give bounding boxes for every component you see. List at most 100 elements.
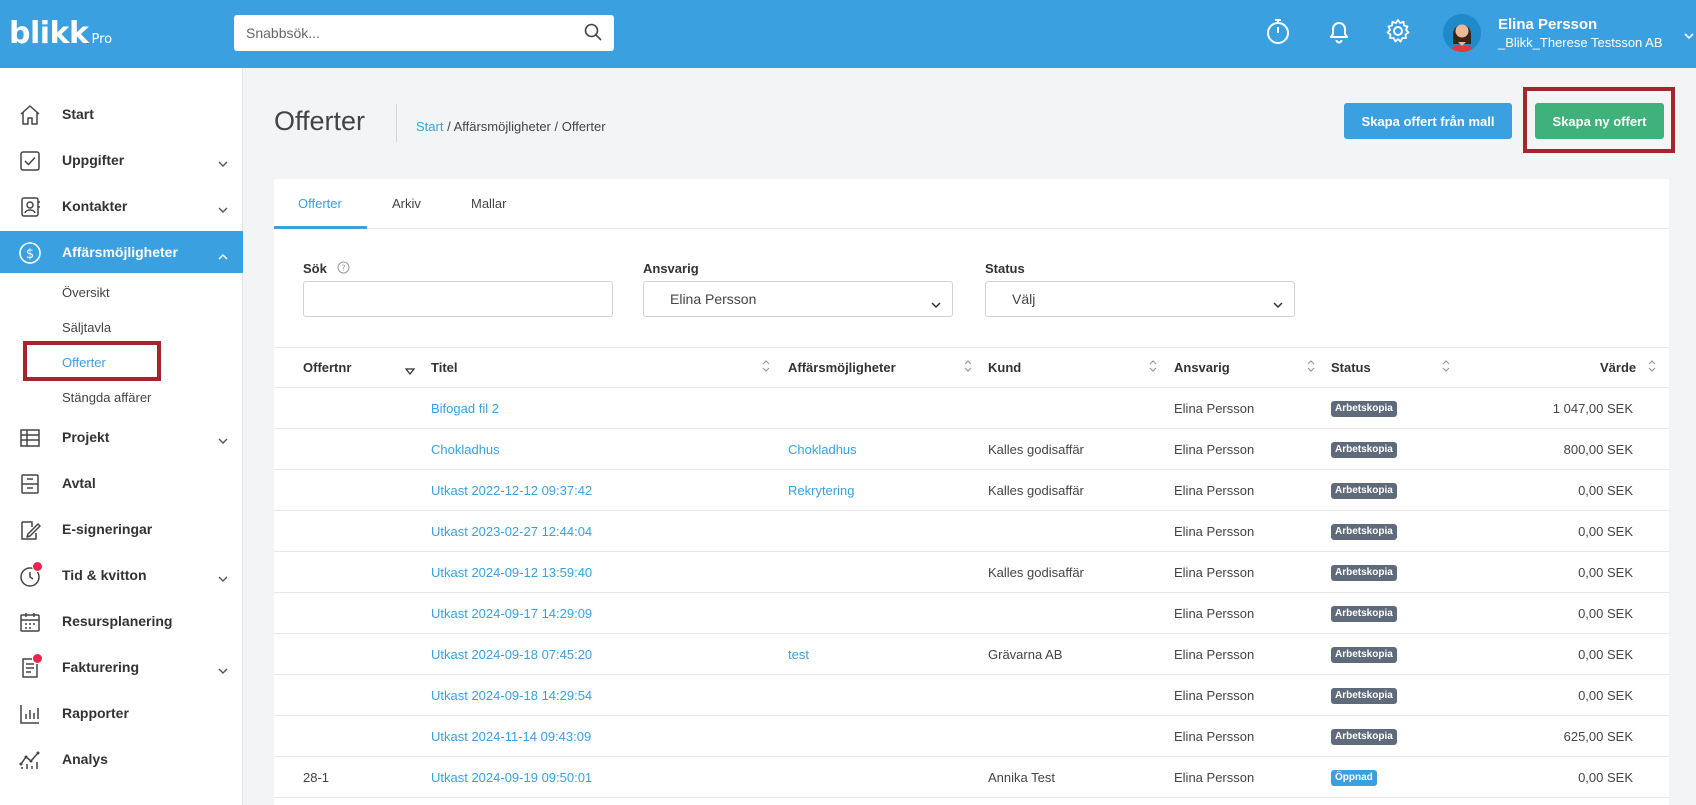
sidebar-item-kontakter[interactable]: Kontakter (0, 185, 243, 227)
sidebar-item-uppgifter[interactable]: Uppgifter (0, 139, 243, 181)
sidebar-item-tid-kvitton[interactable]: Tid & kvitton (0, 554, 243, 596)
brand-suffix: Pro (91, 32, 113, 47)
sidebar-item-start[interactable]: Start (0, 93, 243, 135)
column-header-varde[interactable]: Värde (1600, 360, 1636, 375)
column-header-status[interactable]: Status (1331, 360, 1371, 375)
cell-title-link[interactable]: Bifogad fil 2 (431, 401, 499, 416)
quick-search-input[interactable] (246, 25, 584, 41)
cell-title-link[interactable]: Chokladhus (431, 442, 500, 457)
chevron-down-icon[interactable] (218, 155, 228, 171)
checkbox-icon (18, 149, 42, 173)
sidebar-item-affarsmojligheter[interactable]: $ Affärsmöjligheter (0, 231, 243, 273)
bell-icon[interactable] (1324, 16, 1354, 46)
sort-icon[interactable] (1148, 359, 1158, 376)
cell-opportunity-link[interactable]: Chokladhus (788, 442, 857, 457)
cell-title-link[interactable]: Utkast 2024-09-18 07:45:20 (431, 647, 592, 662)
tab-arkiv[interactable]: Arkiv (392, 196, 421, 211)
sidebar-subitem-stangda-affarer[interactable]: Stängda affärer (62, 390, 151, 405)
cell-value: 0,00 SEK (1578, 688, 1633, 703)
help-icon[interactable]: ? (337, 261, 350, 277)
cell-title-link[interactable]: Utkast 2024-09-17 14:29:09 (431, 606, 592, 621)
cell-customer: Grävarna AB (988, 647, 1063, 662)
cell-opportunity-link[interactable]: test (788, 647, 809, 662)
breadcrumb-link-start[interactable]: Start (416, 119, 443, 134)
table-row[interactable]: Utkast 2024-11-14 09:43:09 Elina Persson… (274, 716, 1669, 757)
cell-responsible: Elina Persson (1174, 524, 1255, 539)
create-from-template-button[interactable]: Skapa offert från mall (1344, 103, 1512, 139)
status-select[interactable]: Välj (985, 281, 1295, 317)
responsible-select-value: Elina Persson (670, 291, 757, 307)
cell-title-link[interactable]: Utkast 2024-11-14 09:43:09 (431, 729, 591, 744)
cell-title-link[interactable]: Utkast 2023-02-27 12:44:04 (431, 524, 592, 539)
sort-icon[interactable] (1441, 359, 1451, 376)
cell-responsible: Elina Persson (1174, 401, 1255, 416)
table-row[interactable]: 28-1 Utkast 2024-09-19 09:50:01 Annika T… (274, 757, 1669, 798)
table-row[interactable]: Utkast 2024-09-17 14:29:09 Elina Persson… (274, 593, 1669, 634)
chevron-down-icon[interactable] (1684, 27, 1694, 43)
tab-active-indicator (274, 226, 367, 229)
column-header-offertnr[interactable]: Offertnr (303, 360, 351, 375)
chevron-down-icon[interactable] (218, 432, 228, 448)
tab-mallar[interactable]: Mallar (471, 196, 506, 211)
sort-icon[interactable] (761, 359, 771, 376)
tab-offerter[interactable]: Offerter (298, 196, 342, 211)
cell-title-link[interactable]: Utkast 2024-09-19 09:50:01 (431, 770, 592, 785)
quick-search[interactable] (234, 15, 614, 51)
notification-dot (32, 561, 43, 572)
table-row[interactable]: Utkast 2024-09-18 14:29:54 Elina Persson… (274, 675, 1669, 716)
table-row[interactable]: Utkast 2024-09-12 13:59:40 Kalles godisa… (274, 552, 1669, 593)
analytics-icon (18, 748, 42, 772)
sidebar-subitem-saljtavla[interactable]: Säljtavla (62, 320, 111, 335)
table-row[interactable]: Utkast 2024-09-18 07:45:20 test Grävarna… (274, 634, 1669, 675)
avatar[interactable] (1443, 14, 1481, 52)
sort-desc-icon[interactable] (404, 363, 416, 379)
sidebar-item-resursplanering[interactable]: Resursplanering (0, 600, 243, 642)
cell-value: 0,00 SEK (1578, 565, 1633, 580)
gear-icon[interactable] (1383, 16, 1413, 46)
sidebar-item-rapporter[interactable]: Rapporter (0, 692, 243, 734)
sidebar-item-projekt[interactable]: Projekt (0, 416, 243, 458)
brand-name: blikk (9, 16, 89, 51)
brand-logo[interactable]: blikk Pro (9, 16, 112, 58)
sort-icon[interactable] (1647, 359, 1657, 376)
table-row[interactable]: Utkast 2022-12-12 09:37:42 Rekrytering K… (274, 470, 1669, 511)
cell-title-link[interactable]: Utkast 2022-12-12 09:37:42 (431, 483, 592, 498)
cell-customer: Kalles godisaffär (988, 565, 1084, 580)
chevron-down-icon[interactable] (218, 662, 228, 678)
cell-title-link[interactable]: Utkast 2024-09-18 14:29:54 (431, 688, 592, 703)
column-header-affarsmojligheter[interactable]: Affärsmöjligheter (788, 360, 896, 375)
column-header-ansvarig[interactable]: Ansvarig (1174, 360, 1230, 375)
status-badge: Arbetskopia (1331, 565, 1397, 581)
sidebar-item-avtal[interactable]: Avtal (0, 462, 243, 504)
cell-title-link[interactable]: Utkast 2024-09-12 13:59:40 (431, 565, 592, 580)
table-row[interactable]: Chokladhus Chokladhus Kalles godisaffär … (274, 429, 1669, 470)
sidebar-item-label: Rapporter (62, 705, 129, 721)
breadcrumb: Start / Affärsmöjligheter / Offerter (416, 119, 606, 134)
sidebar-item-fakturering[interactable]: Fakturering (0, 646, 243, 688)
sidebar-item-analys[interactable]: Analys (0, 738, 243, 780)
cell-opportunity-link[interactable]: Rekrytering (788, 483, 854, 498)
sidebar-subitem-oversikt[interactable]: Översikt (62, 285, 110, 300)
cell-responsible: Elina Persson (1174, 770, 1255, 785)
column-header-kund[interactable]: Kund (988, 360, 1021, 375)
responsible-select[interactable]: Elina Persson (643, 281, 953, 317)
top-bar: blikkPro Elina Persson _Blikk_Therese Te… (0, 0, 1696, 68)
user-company: _Blikk_Therese Testsson AB (1498, 35, 1663, 50)
page-title: Offerter (274, 106, 366, 136)
table-row[interactable]: Bifogad fil 2 Elina Persson Arbetskopia … (274, 388, 1669, 429)
stopwatch-icon[interactable] (1263, 16, 1293, 46)
chevron-down-icon[interactable] (218, 201, 228, 217)
table-row[interactable]: Utkast 2023-02-27 12:44:04 Elina Persson… (274, 511, 1669, 552)
sidebar-item-e-signeringar[interactable]: E-signeringar (0, 508, 243, 550)
chevron-down-icon[interactable] (218, 570, 228, 586)
search-filter-input[interactable] (303, 281, 613, 317)
sidebar-item-label: Resursplanering (62, 613, 173, 629)
user-name[interactable]: Elina Persson (1498, 16, 1597, 33)
chevron-up-icon[interactable] (218, 247, 228, 263)
tab-bar: Offerter Arkiv Mallar (274, 179, 1669, 229)
sort-icon[interactable] (1306, 359, 1316, 376)
column-header-titel[interactable]: Titel (431, 360, 458, 375)
search-icon[interactable] (584, 23, 602, 44)
sort-icon[interactable] (963, 359, 973, 376)
signature-icon (18, 518, 42, 542)
